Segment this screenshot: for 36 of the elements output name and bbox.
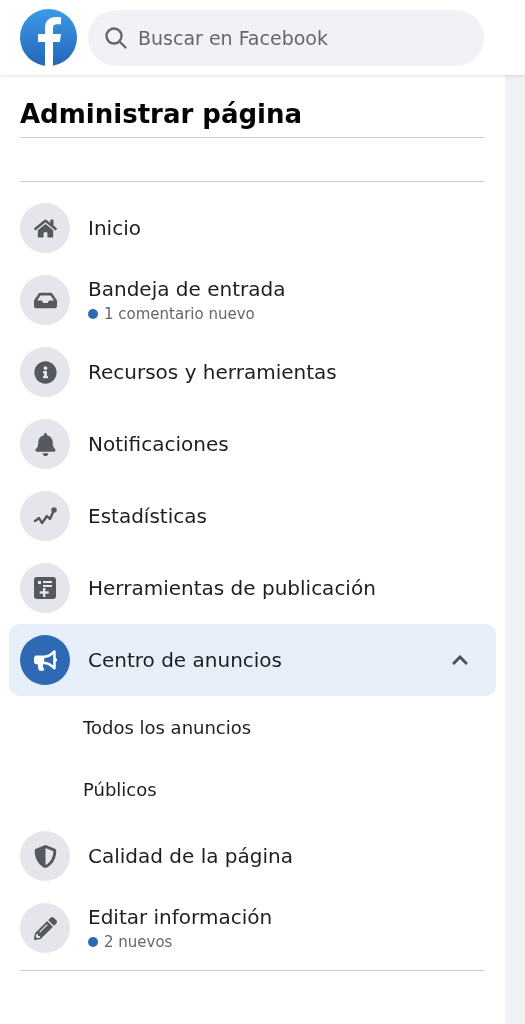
menu-item[interactable]: Notificaciones [9,408,496,480]
submenu-item[interactable]: Públicos [9,758,496,820]
menu-item-label: Recursos y herramientas [88,360,338,384]
bell-icon [20,419,70,469]
inbox-icon [20,275,70,325]
menu-item[interactable]: Editar información 2 nuevos [9,892,496,964]
notification-count: 1 comentario nuevo [104,305,255,323]
logo-icon[interactable] [20,9,77,66]
shield-icon [20,831,70,881]
menu-item[interactable]: Bandeja de entrada 1 comentario nuevo [9,264,496,336]
unread-dot [88,937,98,947]
menu-item-label: Calidad de la página [88,844,294,868]
menu-item[interactable]: Herramientas de publicación [9,552,496,624]
menu-item-label: Editar información [88,905,274,929]
search-field[interactable]: Buscar en Facebook [88,9,484,66]
pencil-icon [20,903,70,953]
menu-item[interactable]: Estadísticas [9,480,496,552]
megaphone-icon [20,635,70,685]
page-title: Administrar página [20,75,485,138]
menu-item-label: Bandeja de entrada [88,277,287,301]
menu-item[interactable]: Inicio [9,192,496,264]
menu-item[interactable]: Recursos y herramientas [9,336,496,408]
menu-item-label: Centro de anuncios [88,648,283,672]
menu-item-label: Notificaciones [88,432,230,456]
unread-dot [88,309,98,319]
plus-list-icon [20,563,70,613]
submenu-item[interactable]: Todos los anuncios [9,696,496,758]
menu-item[interactable]: Calidad de la página [9,820,496,892]
menu-item-label: Inicio [88,216,142,240]
info-icon [20,347,70,397]
menu-item-label: Herramientas de publicación [88,576,377,600]
notification-count: 2 nuevos [104,933,173,951]
line-chart-icon [20,491,70,541]
home-icon [20,203,70,253]
menu-group-item[interactable]: Centro de anuncios [9,624,496,696]
menu-item-label: Estadísticas [88,504,208,528]
